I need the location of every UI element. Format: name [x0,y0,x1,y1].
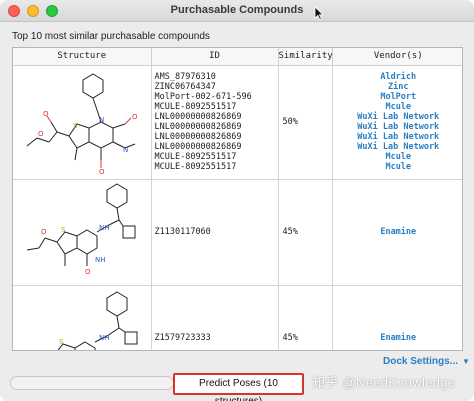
structure-cell: N N S O O O O [13,65,152,180]
header-vendors[interactable]: Vendor(s) [332,48,462,66]
svg-text:O: O [132,113,138,121]
similarity-cell: 50% [278,65,333,180]
results-caption: Top 10 most similar purchasable compound… [12,31,210,42]
compound-id: Z1579723333 [154,332,211,343]
svg-text:S: S [61,226,66,234]
purchasable-compounds-window: Purchasable Compounds Top 10 most simila… [0,0,474,401]
compound-id: MCULE-8092551517 [154,152,237,162]
table-row[interactable]: NH NH S O O Z1130117060 45% Enamine [13,179,463,286]
structure-cell: NH NH S O O [13,179,152,286]
molecule-structure-image: N N S O O O O [26,72,138,176]
compound-id: LNL00000000826869 [154,112,242,122]
vendor-link[interactable]: WuXi Lab Network [333,112,463,122]
svg-text:NH: NH [95,256,106,264]
compound-id: MolPort-002-671-596 [154,92,252,102]
vendor-link[interactable]: Enamine [333,333,463,343]
svg-text:O: O [41,228,47,236]
vendors-cell: Enamine [332,285,463,350]
chevron-down-icon: ▼ [462,357,470,366]
vendor-link[interactable]: MolPort [333,92,463,102]
id-cell: Z1579723333 [151,285,279,350]
svg-text:NH: NH [99,224,110,232]
dock-settings-link[interactable]: Dock Settings... ▼ [383,356,470,367]
header-similarity[interactable]: Similarity [278,48,333,66]
vendor-link[interactable]: WuXi Lab Network [333,142,463,152]
compound-id: Z1130117060 [154,227,211,237]
compound-id: LNL00000000826869 [154,122,242,132]
compound-id: LNL00000000826869 [154,142,242,152]
compounds-table[interactable]: Structure ID Similarity Vendor(s) N N S … [12,47,463,351]
header-structure[interactable]: Structure [13,48,152,66]
molecule-structure-image: NH NH S O O [26,182,136,276]
svg-text:O: O [99,168,105,176]
compound-id: ZINC06764347 [154,82,216,92]
svg-text:S: S [73,122,78,130]
vendors-cell: Aldrich Zinc MolPort Mcule WuXi Lab Netw… [332,65,463,180]
svg-text:N: N [123,146,128,154]
table-row[interactable]: N N S O O O O AMS_87976310 ZINC06764347 … [13,65,463,180]
vendor-link[interactable]: Enamine [333,227,463,237]
id-cell: Z1130117060 [151,179,279,286]
window-title: Purchasable Compounds [170,4,304,16]
compound-id: AMS_87976310 [154,72,216,82]
svg-text:S: S [59,338,64,346]
predict-poses-button[interactable]: Predict Poses (10 structures) [173,373,304,401]
vendor-link[interactable]: WuXi Lab Network [333,132,463,142]
svg-text:O: O [85,268,91,276]
header-id[interactable]: ID [151,48,279,66]
molecule-structure-image: NH S [57,290,138,350]
watermark: 知乎 @NeedKnowledge [312,375,456,390]
vendor-link[interactable]: Mcule [333,152,463,162]
vendor-link[interactable]: WuXi Lab Network [333,122,463,132]
dock-settings-label: Dock Settings... [383,356,459,367]
compound-id: MCULE-8092551517 [154,102,237,112]
progress-bar [10,376,174,390]
vendor-link[interactable]: Aldrich [333,72,463,82]
svg-text:NH: NH [99,334,110,342]
vendor-link[interactable]: Mcule [333,162,463,172]
svg-text:O: O [38,130,44,138]
compound-id: LNL00000000826869 [154,132,242,142]
vendor-link[interactable]: Mcule [333,102,463,112]
similarity-cell: 45% [278,179,333,286]
svg-text:O: O [43,110,49,118]
table-header-row: Structure ID Similarity Vendor(s) [13,48,462,66]
id-cell: AMS_87976310 ZINC06764347 MolPort-002-67… [151,65,279,180]
title-bar[interactable]: Purchasable Compounds [0,0,474,22]
table-row[interactable]: NH S Z1579723333 45% Enamine [13,285,463,350]
compound-id: MCULE-8092551517 [154,162,237,172]
similarity-cell: 45% [278,285,333,350]
vendor-link[interactable]: Zinc [333,82,463,92]
svg-text:N: N [99,116,104,124]
structure-cell: NH S [13,285,152,350]
vendors-cell: Enamine [332,179,463,286]
pointer-icon [314,6,324,20]
